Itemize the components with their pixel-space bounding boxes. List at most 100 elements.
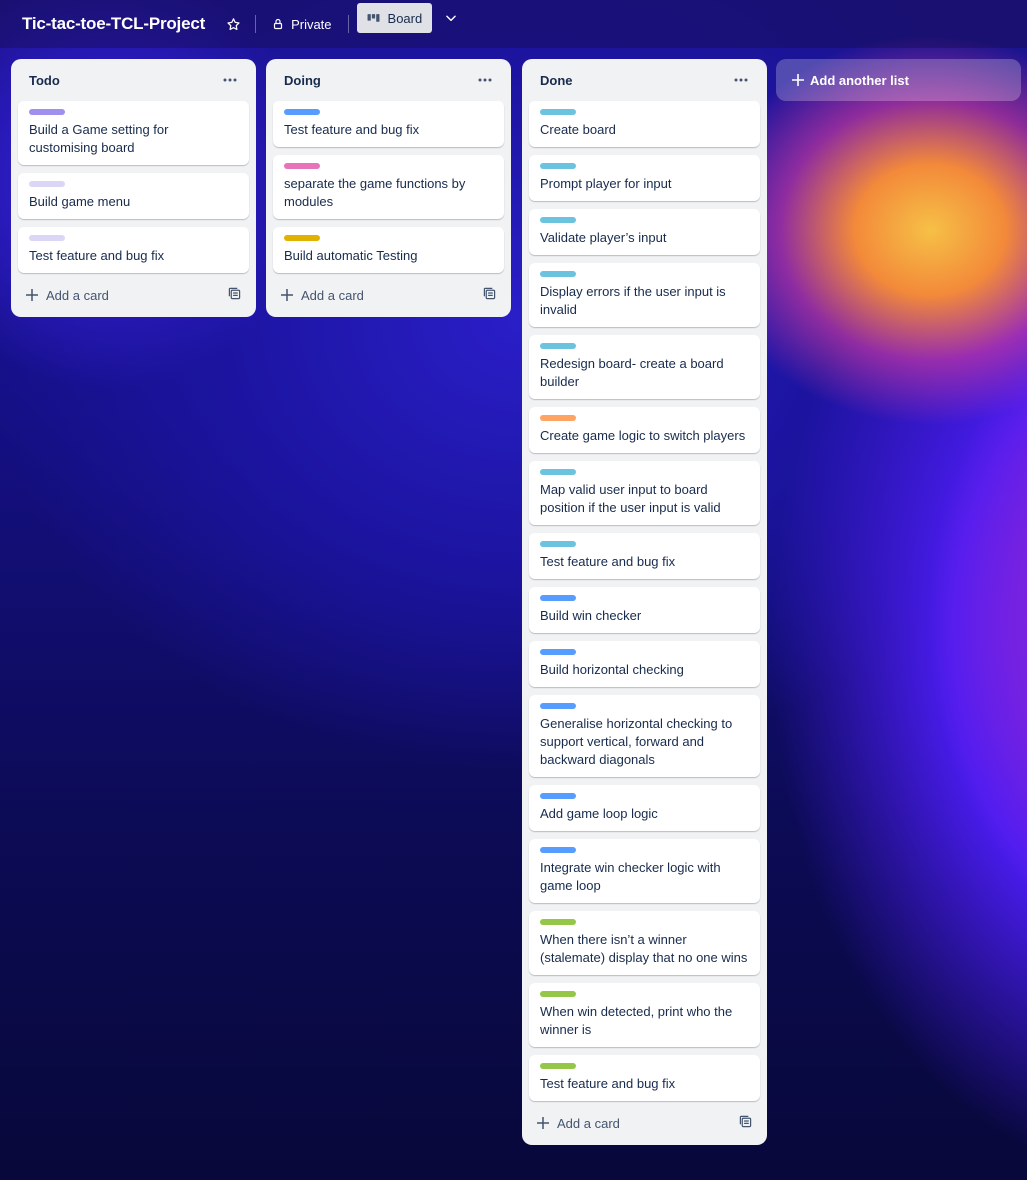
card-label[interactable]: [540, 991, 576, 997]
view-switcher-button[interactable]: [438, 3, 464, 33]
card[interactable]: Generalise horizontal checking to suppor…: [529, 695, 760, 777]
more-icon: [223, 78, 237, 82]
card[interactable]: Validate player’s input: [529, 209, 760, 255]
card-label[interactable]: [284, 109, 320, 115]
add-card-button[interactable]: Add a card: [537, 1116, 620, 1131]
template-icon: [483, 287, 496, 300]
header-divider: [347, 15, 349, 33]
template-icon: [739, 1115, 752, 1128]
plus-icon: [281, 289, 293, 301]
card-title: Validate player’s input: [540, 230, 667, 245]
card-label[interactable]: [540, 109, 576, 115]
card-title: Test feature and bug fix: [540, 1076, 676, 1091]
add-card-label: Add a card: [557, 1115, 620, 1131]
card-label[interactable]: [540, 793, 576, 799]
card-label[interactable]: [540, 271, 576, 277]
card-title: When win detected, print who the winner …: [540, 1004, 733, 1037]
card[interactable]: Build game menu: [18, 173, 249, 219]
star-button[interactable]: [219, 9, 247, 39]
card-title: Build game menu: [29, 194, 131, 209]
add-card-button[interactable]: Add a card: [281, 288, 364, 303]
card-label[interactable]: [540, 469, 576, 475]
card-label[interactable]: [540, 595, 576, 601]
card-title: Build automatic Testing: [284, 248, 418, 263]
card-label[interactable]: [29, 181, 65, 187]
card-title: Build horizontal checking: [540, 662, 684, 677]
card-title: Prompt player for input: [540, 176, 672, 191]
card-list: Test feature and bug fix separate the gam…: [273, 101, 504, 273]
create-from-template-button[interactable]: [228, 287, 241, 303]
add-card-label: Add a card: [46, 287, 109, 303]
list-title[interactable]: Doing: [284, 73, 321, 88]
card[interactable]: Integrate win checker logic with game lo…: [529, 839, 760, 903]
card[interactable]: Build automatic Testing: [273, 227, 504, 273]
card-label[interactable]: [540, 703, 576, 709]
card-title: separate the game functions by modules: [284, 176, 466, 209]
card[interactable]: Build win checker: [529, 587, 760, 633]
create-from-template-button[interactable]: [739, 1115, 752, 1131]
card-title: Display errors if the user input is inva…: [540, 284, 726, 317]
card[interactable]: Create board: [529, 101, 760, 147]
list-menu-button[interactable]: [219, 69, 241, 91]
card-list: Build a Game setting for customising boa…: [18, 101, 249, 273]
card-label[interactable]: [540, 919, 576, 925]
card-list: Create board Prompt player for input Valid…: [529, 101, 760, 1101]
card-title: Map valid user input to board position i…: [540, 482, 721, 515]
card-title: Generalise horizontal checking to suppor…: [540, 716, 733, 767]
card[interactable]: Test feature and bug fix: [18, 227, 249, 273]
card-title: Integrate win checker logic with game lo…: [540, 860, 721, 893]
card-title: Build a Game setting for customising boa…: [29, 122, 169, 155]
card-title: Add game loop logic: [540, 806, 658, 821]
list-menu-button[interactable]: [730, 69, 752, 91]
more-icon: [478, 78, 492, 82]
card-title: Test feature and bug fix: [29, 248, 165, 263]
list-header: Doing: [273, 59, 504, 101]
card[interactable]: Test feature and bug fix: [529, 533, 760, 579]
board-view-button[interactable]: Board: [356, 3, 433, 33]
board-title[interactable]: Tic-tac-toe-TCL-Project: [22, 14, 205, 34]
card-label[interactable]: [29, 235, 65, 241]
card-label[interactable]: [284, 163, 320, 169]
star-icon: [226, 17, 240, 30]
card-title: Create board: [540, 122, 616, 137]
card-label[interactable]: [540, 343, 576, 349]
card[interactable]: Test feature and bug fix: [529, 1055, 760, 1101]
card[interactable]: separate the game functions by modules: [273, 155, 504, 219]
card-label[interactable]: [540, 847, 576, 853]
card-label[interactable]: [540, 415, 576, 421]
add-card-button[interactable]: Add a card: [26, 288, 109, 303]
list-menu-button[interactable]: [474, 69, 496, 91]
card[interactable]: When win detected, print who the winner …: [529, 983, 760, 1047]
plus-icon: [26, 289, 38, 301]
card[interactable]: Build a Game setting for customising boa…: [18, 101, 249, 165]
card-label[interactable]: [540, 649, 576, 655]
list-todo: Todo Build a Game setting for customisin…: [11, 59, 256, 317]
add-list-label: Add another list: [810, 72, 909, 88]
add-another-list-button[interactable]: Add another list: [776, 59, 1021, 101]
list-title[interactable]: Todo: [29, 73, 60, 88]
visibility-button[interactable]: Private: [264, 9, 339, 39]
plus-icon: [537, 1117, 549, 1129]
card-label[interactable]: [540, 163, 576, 169]
card-label[interactable]: [284, 235, 320, 241]
card-title: Test feature and bug fix: [540, 554, 676, 569]
card[interactable]: Redesign board- create a board builder: [529, 335, 760, 399]
card[interactable]: Create game logic to switch players: [529, 407, 760, 453]
header-divider: [255, 15, 257, 33]
card-label[interactable]: [540, 1063, 576, 1069]
card[interactable]: Map valid user input to board position i…: [529, 461, 760, 525]
card[interactable]: Add game loop logic: [529, 785, 760, 831]
card-title: Redesign board- create a board builder: [540, 356, 724, 389]
list-header: Done: [529, 59, 760, 101]
list-title[interactable]: Done: [540, 73, 573, 88]
card[interactable]: Prompt player for input: [529, 155, 760, 201]
card[interactable]: Test feature and bug fix: [273, 101, 504, 147]
card[interactable]: When there isn’t a winner (stalemate) di…: [529, 911, 760, 975]
card-label[interactable]: [540, 541, 576, 547]
card-label[interactable]: [540, 217, 576, 223]
card[interactable]: Build horizontal checking: [529, 641, 760, 687]
card[interactable]: Display errors if the user input is inva…: [529, 263, 760, 327]
create-from-template-button[interactable]: [483, 287, 496, 303]
card-label[interactable]: [29, 109, 65, 115]
card-title: When there isn’t a winner (stalemate) di…: [540, 932, 748, 965]
